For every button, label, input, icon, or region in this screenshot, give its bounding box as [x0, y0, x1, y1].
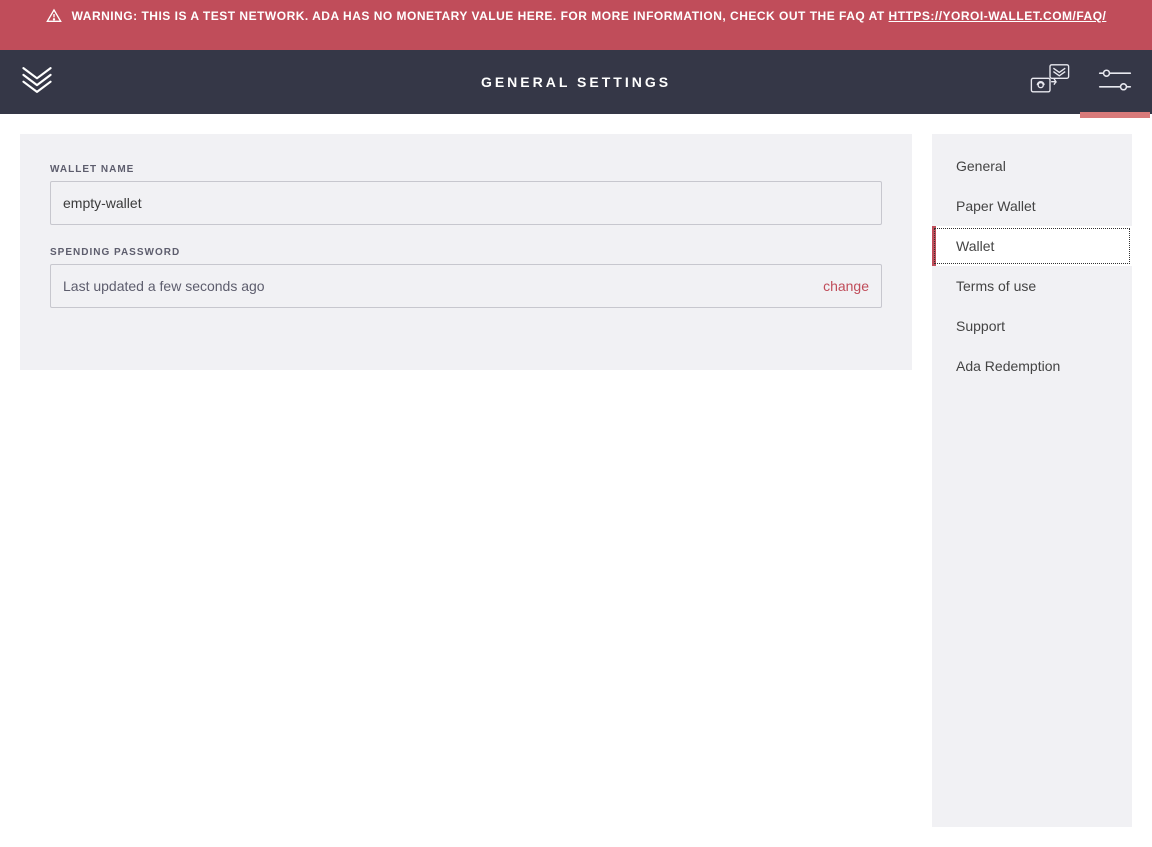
wallet-switch-button[interactable]	[1028, 45, 1072, 120]
page-title: GENERAL SETTINGS	[0, 74, 1152, 90]
topbar-actions	[1028, 45, 1132, 120]
topbar: GENERAL SETTINGS	[0, 50, 1152, 114]
settings-button[interactable]	[1098, 48, 1132, 117]
sidebar-item-paper-wallet[interactable]: Paper Wallet	[932, 186, 1132, 226]
settings-sidebar: General Paper Wallet Wallet Terms of use…	[932, 134, 1132, 827]
warning-banner: WARNING: THIS IS A TEST NETWORK. ADA HAS…	[0, 0, 1152, 50]
change-password-link[interactable]: change	[823, 278, 869, 294]
sidebar-item-wallet[interactable]: Wallet	[932, 226, 1132, 266]
warning-faq-link[interactable]: HTTPS://YOROI-WALLET.COM/FAQ/	[889, 9, 1107, 23]
settings-content: WALLET NAME SPENDING PASSWORD Last updat…	[20, 134, 912, 370]
warning-text: WARNING: THIS IS A TEST NETWORK. ADA HAS…	[72, 6, 1107, 26]
wallet-name-input[interactable]	[50, 181, 882, 225]
sidebar-item-general[interactable]: General	[932, 146, 1132, 186]
warning-icon	[46, 8, 62, 30]
sidebar-item-support[interactable]: Support	[932, 306, 1132, 346]
spending-password-field: Last updated a few seconds ago change	[50, 264, 882, 308]
spending-password-group: SPENDING PASSWORD Last updated a few sec…	[50, 247, 882, 308]
spending-password-status: Last updated a few seconds ago	[63, 278, 265, 294]
wallet-name-label: WALLET NAME	[50, 164, 882, 175]
spending-password-label: SPENDING PASSWORD	[50, 247, 882, 258]
main: WALLET NAME SPENDING PASSWORD Last updat…	[0, 114, 1152, 847]
wallet-name-group: WALLET NAME	[50, 164, 882, 225]
yoroi-logo-icon[interactable]	[20, 63, 54, 102]
sidebar-item-ada-redemption[interactable]: Ada Redemption	[932, 346, 1132, 386]
sidebar-item-terms[interactable]: Terms of use	[932, 266, 1132, 306]
warning-prefix: WARNING:	[72, 9, 138, 23]
warning-body: THIS IS A TEST NETWORK. ADA HAS NO MONET…	[138, 9, 889, 23]
